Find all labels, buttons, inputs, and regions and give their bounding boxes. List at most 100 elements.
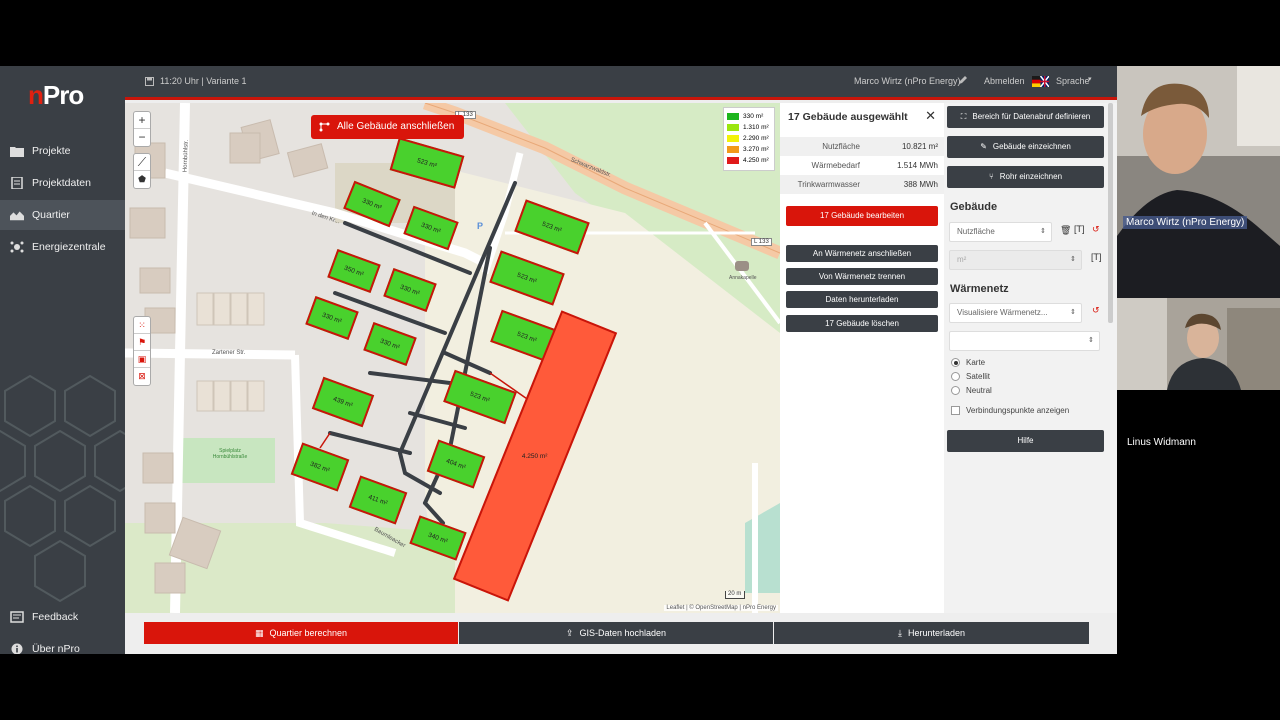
- sidebar-item-projekte[interactable]: Projekte: [0, 136, 125, 166]
- text-field-icon[interactable]: [T]: [1091, 252, 1102, 262]
- row-key: Nutzfläche: [822, 142, 860, 151]
- about-label: Über nPro: [32, 643, 80, 654]
- building-area-label: 330 m²: [361, 196, 383, 212]
- sidebar-item-quartier[interactable]: Quartier: [0, 200, 125, 230]
- row-key: Wärmebedarf: [811, 161, 860, 170]
- app-window: nPro Projekte Projektdaten Quartier Ener…: [0, 66, 1117, 654]
- sidebar-item-label: Projekte: [32, 145, 71, 157]
- zoom-in-button[interactable]: +: [134, 112, 150, 129]
- legend-swatch: [727, 146, 739, 153]
- chevron-updown-icon: ⇕: [1088, 337, 1094, 344]
- download-data-button[interactable]: Daten herunterladen: [786, 291, 938, 308]
- select-value: Visualisiere Wärmenetz...: [957, 308, 1048, 317]
- select-buildings-icon[interactable]: ⁙: [134, 317, 150, 334]
- define-area-label: Bereich für Datenabruf definieren: [972, 112, 1091, 121]
- video-tile-1: Marco Wirtz (nPro Energy): [1117, 66, 1280, 298]
- unit-select: m² ⇕: [949, 250, 1082, 270]
- download-button[interactable]: ⤓ Herunterladen: [774, 622, 1089, 644]
- language-dropdown[interactable]: Sprache: [1056, 76, 1090, 86]
- draw-pipe-label: Rohr einzeichnen: [999, 172, 1063, 181]
- radio-karte[interactable]: Karte: [951, 358, 985, 367]
- sidebar-item-label: Energiezentrale: [32, 241, 106, 253]
- legend-swatch: [727, 113, 739, 120]
- draw-polygon-icon[interactable]: ⬟: [134, 171, 150, 188]
- document-icon: [11, 177, 23, 189]
- checkbox-label: Verbindungspunkte anzeigen: [966, 406, 1070, 415]
- help-button[interactable]: Hilfe: [947, 430, 1104, 452]
- select-area-icon[interactable]: ▣: [134, 351, 150, 368]
- street-label: Zartener Str.: [212, 350, 246, 356]
- calculate-quarter-button[interactable]: ▦ Quartier berechnen: [144, 622, 458, 644]
- pipe-icon: ⑂: [988, 172, 994, 181]
- delete-buildings-button[interactable]: 17 Gebäude löschen: [786, 315, 938, 332]
- connect-all-buildings-button[interactable]: Alle Gebäude anschließen: [311, 115, 465, 139]
- building-area-label: 523 m²: [516, 271, 538, 285]
- radio-label: Neutral: [966, 386, 992, 395]
- trash-icon[interactable]: 🗑: [1060, 225, 1071, 236]
- network-visualization-select[interactable]: Visualisiere Wärmenetz... ⇕: [949, 303, 1082, 323]
- upload-gis-button[interactable]: ⇪ GIS-Daten hochladen: [459, 622, 773, 644]
- draw-pipe-button[interactable]: ⑂ Rohr einzeichnen: [947, 166, 1104, 188]
- radio-button[interactable]: [951, 372, 960, 381]
- npro-logo[interactable]: nPro: [28, 80, 84, 111]
- houses-icon: [10, 211, 24, 221]
- reset-icon[interactable]: ↺: [1092, 224, 1100, 235]
- building-attribute-select[interactable]: Nutzfläche ⇕: [949, 222, 1052, 242]
- text-field-icon[interactable]: [T]: [1074, 224, 1085, 234]
- legend-label: 330 m²: [743, 113, 764, 120]
- save-icon[interactable]: [145, 77, 154, 86]
- connection-points-checkbox[interactable]: Verbindungspunkte anzeigen: [951, 406, 1069, 415]
- building-area-label: 411 m²: [367, 493, 389, 507]
- pipe-tool-icon[interactable]: ⚑: [134, 334, 150, 351]
- user-name[interactable]: Marco Wirtz (nPro Energy): [854, 76, 961, 86]
- draw-line-icon[interactable]: ⟋: [134, 154, 150, 171]
- heat-network-heading: Wärmenetz: [950, 283, 1009, 295]
- draw-building-label: Gebäude einzeichnen: [992, 142, 1071, 151]
- map-legend: 330 m² 1.310 m² 2.290 m² 3.270 m² 4.250 m²: [723, 107, 775, 171]
- legend-item: 2.290 m²: [727, 133, 771, 144]
- feedback-link[interactable]: Feedback: [0, 606, 125, 628]
- legend-item: 4.250 m²: [727, 155, 771, 166]
- checkbox[interactable]: [951, 406, 960, 415]
- logout-link[interactable]: Abmelden: [984, 76, 1025, 86]
- buildings-heading: Gebäude: [950, 201, 998, 213]
- radio-neutral[interactable]: Neutral: [951, 386, 992, 395]
- connect-heat-network-button[interactable]: An Wärmenetz anschließen: [786, 245, 938, 262]
- feedback-icon: [10, 611, 24, 623]
- chevron-updown-icon: ⇕: [1040, 228, 1046, 235]
- calculator-icon: ▦: [254, 628, 264, 638]
- radio-button[interactable]: [951, 358, 960, 367]
- time-variant: 11:20 Uhr | Variante 1: [160, 76, 247, 86]
- close-icon[interactable]: ✕: [925, 108, 936, 124]
- disconnect-heat-network-button[interactable]: Von Wärmenetz trennen: [786, 268, 938, 285]
- connect-all-label: Alle Gebäude anschließen: [337, 121, 455, 132]
- deselect-icon[interactable]: ⊠: [134, 368, 150, 385]
- tools-panel: ⛶ Bereich für Datenabruf definieren ✎ Gebä…: [944, 103, 1117, 613]
- about-link[interactable]: Über nPro: [0, 638, 125, 654]
- network-secondary-select[interactable]: ⇕: [949, 331, 1100, 351]
- edit-icon[interactable]: [958, 76, 967, 85]
- scrollbar[interactable]: [1108, 103, 1113, 323]
- map-scale: 20 m: [725, 591, 745, 599]
- video-tile-2: [1117, 298, 1280, 390]
- sidebar-item-label: Projektdaten: [32, 177, 91, 189]
- map-attribution[interactable]: Leaflet | © OpenStreetMap | nPro Energy: [664, 605, 778, 611]
- sidebar-item-projektdaten[interactable]: Projektdaten: [0, 168, 125, 198]
- network-icon: [10, 241, 24, 253]
- zoom-out-button[interactable]: −: [134, 129, 150, 146]
- header-accent-line: [125, 97, 1117, 100]
- map-view[interactable]: 523 m² 330 m² 330 m² 523 m² 350 m² 330 m² 523 …: [125, 103, 780, 613]
- draw-toolbar: ⟋ ⬟: [133, 153, 151, 189]
- radio-button[interactable]: [951, 386, 960, 395]
- edit-buildings-button[interactable]: 17 Gebäude bearbeiten: [786, 206, 938, 226]
- draw-building-button[interactable]: ✎ Gebäude einzeichnen: [947, 136, 1104, 158]
- select-value: Nutzfläche: [957, 227, 995, 236]
- define-area-button[interactable]: ⛶ Bereich für Datenabruf definieren: [947, 106, 1104, 128]
- radio-satellit[interactable]: Satellit: [951, 372, 990, 381]
- building-area-label: 330 m²: [379, 337, 401, 351]
- reset-icon[interactable]: ↺: [1092, 305, 1100, 316]
- sidebar-item-energiezentrale[interactable]: Energiezentrale: [0, 232, 125, 262]
- building-area-label: 523 m²: [416, 156, 438, 170]
- folder-icon: [10, 147, 24, 157]
- flag-icon: [1032, 76, 1049, 87]
